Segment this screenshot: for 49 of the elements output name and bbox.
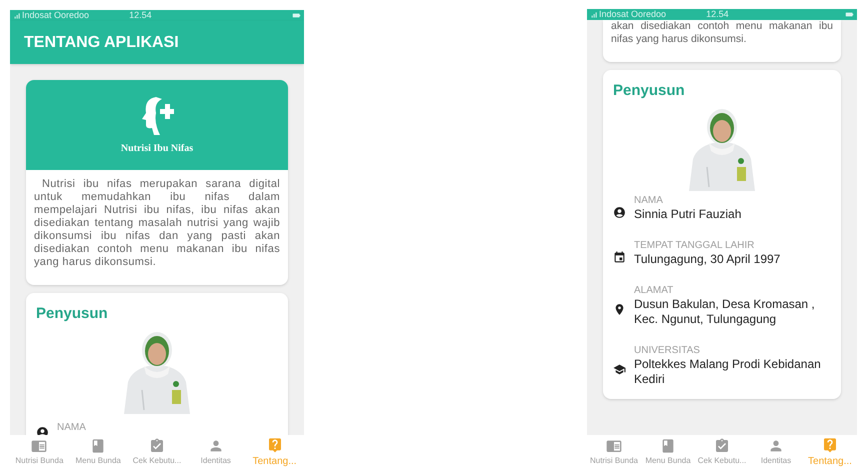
person-icon bbox=[208, 438, 224, 454]
carrier-name: Indosat Ooredoo bbox=[599, 10, 666, 19]
status-time: 12.54 bbox=[129, 11, 152, 20]
field-label: NAMA bbox=[634, 194, 664, 206]
person-icon bbox=[768, 438, 784, 454]
author-card-title: Penyusun bbox=[36, 304, 109, 324]
battery-icon bbox=[845, 10, 854, 19]
field-label: UNIVERSITAS bbox=[634, 344, 701, 356]
header-title: TENTANG APLIKASI bbox=[24, 32, 179, 52]
head-cross-logo-icon bbox=[140, 94, 174, 134]
clipboard-check-icon bbox=[148, 438, 165, 454]
reader-icon bbox=[31, 438, 48, 454]
signal-icon bbox=[13, 12, 21, 20]
tab-button[interactable]: Nutrisi Bunda bbox=[587, 435, 641, 470]
tab-button[interactable]: Cek Kebutu... bbox=[695, 435, 749, 470]
tab-button[interactable]: Identitas bbox=[186, 435, 246, 470]
tab-button[interactable]: Menu Bunda bbox=[641, 435, 695, 470]
carrier-name: Indosat Ooredoo bbox=[22, 11, 90, 20]
field-value: Poltekkes Malang Prodi Kebidanan Kediri bbox=[634, 356, 822, 386]
tab-button[interactable]: Tentang... bbox=[245, 435, 304, 470]
person-icon bbox=[613, 206, 626, 218]
tab-button[interactable]: Identitas bbox=[749, 435, 803, 470]
field-value: Dusun Bakulan, Desa Kromasan , Kec. Ngunut, Tulungagung bbox=[634, 296, 816, 326]
tab-button[interactable]: Tentang... bbox=[803, 435, 857, 470]
tab-button[interactable]: Menu Bunda bbox=[68, 435, 128, 470]
calendar-icon bbox=[613, 250, 626, 264]
tab-button[interactable]: Cek Kebutu... bbox=[128, 435, 186, 470]
book-icon bbox=[660, 438, 676, 454]
graduation-cap-icon bbox=[613, 363, 626, 376]
signal-icon bbox=[590, 10, 598, 18]
field-label: TEMPAT TANGGAL LAHIR bbox=[634, 240, 756, 252]
reader-icon bbox=[606, 438, 622, 454]
field-value: Sinnia Putri Fauziah bbox=[634, 206, 742, 222]
help-icon bbox=[822, 436, 838, 452]
status-time: 12.54 bbox=[706, 10, 729, 19]
logo-title: Nutrisi Ibu Nifas bbox=[120, 142, 194, 156]
tab-button[interactable]: Nutrisi Bunda bbox=[10, 435, 69, 470]
field-value: Tulungagung, 30 April 1997 bbox=[634, 252, 780, 266]
app-description: akan disediakan contoh menu makanan ibu nifas yang harus dikonsumsi. bbox=[610, 20, 834, 47]
location-pin-icon bbox=[613, 303, 626, 316]
person-icon bbox=[36, 426, 49, 435]
clipboard-check-icon bbox=[714, 438, 730, 454]
book-icon bbox=[90, 438, 106, 454]
app-description: Nutrisi ibu nifas merupakan sarana digital untuk memudahkan ibu nifas dalam mempelajari Nutrisi ibu nifas, ibu nifas akan disediakan tentang masalah nutrisi yang wajib dikonsumsi ibu nifas dan yang pasti akan disediakan contoh menu makanan ibu nifas yang harus dikonsumsi. bbox=[33, 177, 281, 270]
field-label: NAMA bbox=[57, 422, 86, 434]
author-card-title: Penyusun bbox=[613, 81, 686, 101]
help-icon bbox=[266, 436, 283, 452]
field-label: ALAMAT bbox=[634, 284, 674, 296]
battery-icon bbox=[292, 11, 301, 20]
